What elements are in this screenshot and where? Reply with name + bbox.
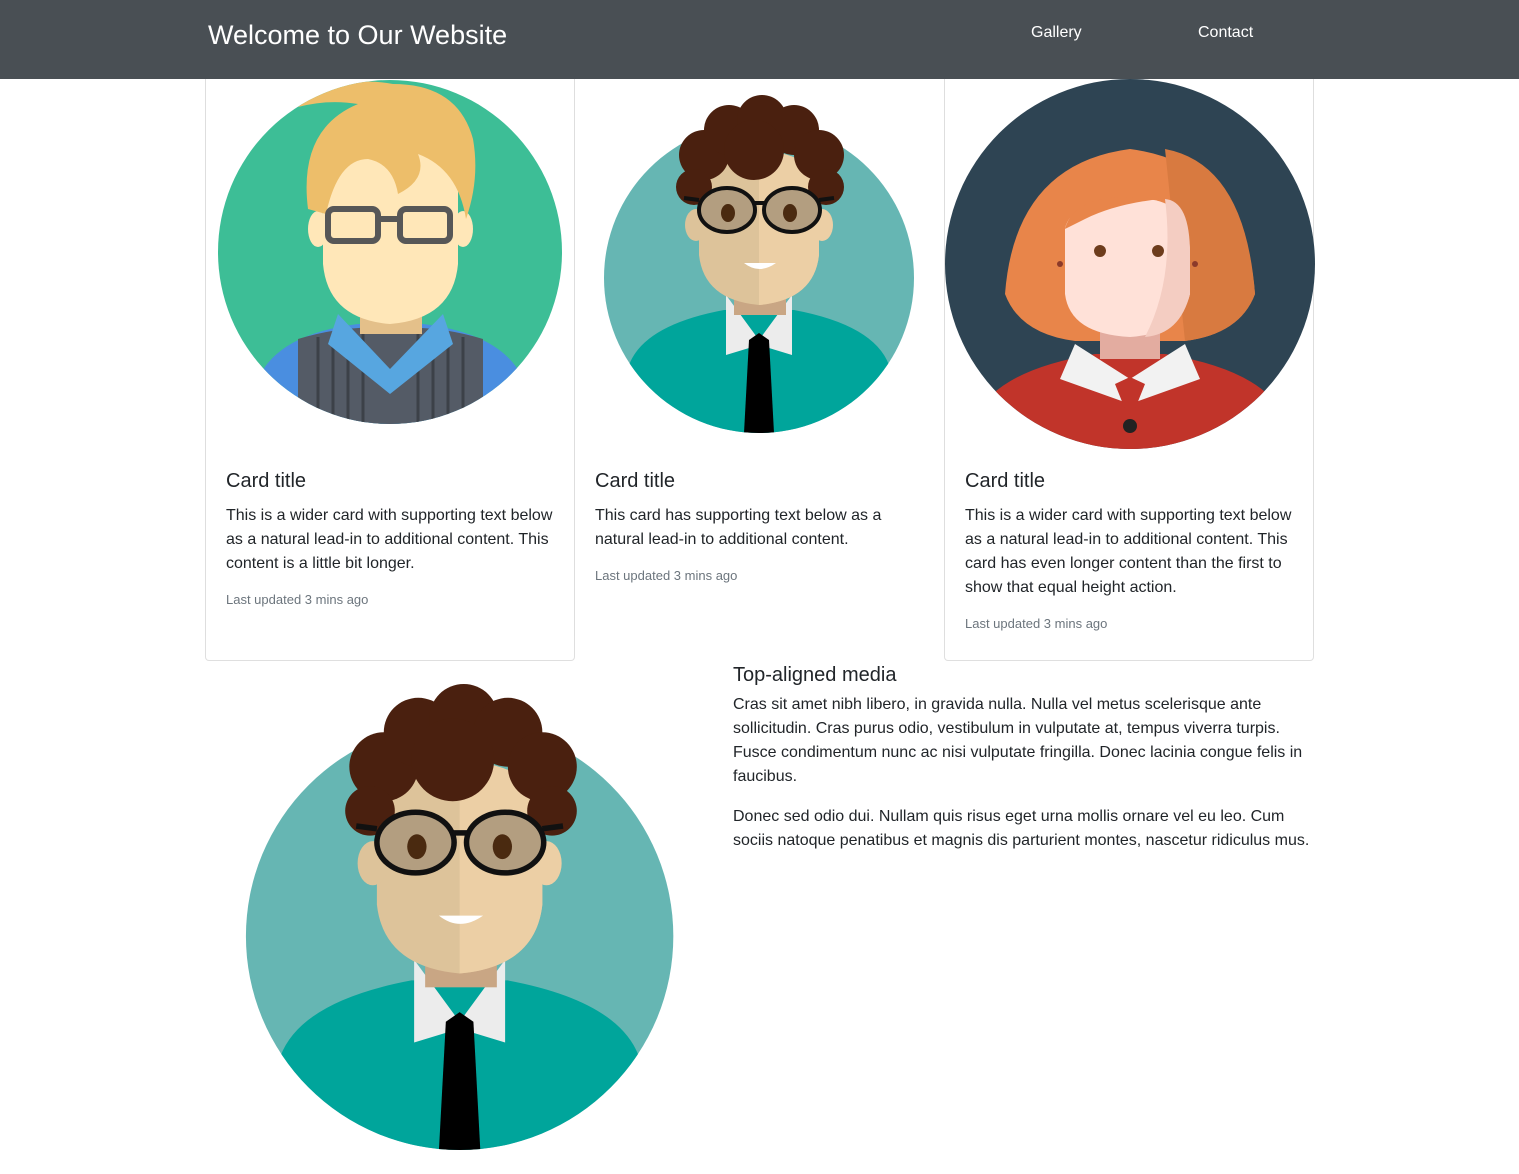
card-2: Card title This card has supporting text… <box>575 79 945 661</box>
card-3-body: Card title This is a wider card with sup… <box>965 468 1300 632</box>
media-body: Top-aligned media Cras sit amet nibh lib… <box>733 662 1318 869</box>
card-updated-text: Last updated 3 mins ago <box>965 616 1108 631</box>
card-text: This card has supporting text below as a… <box>595 507 882 548</box>
navbar-brand[interactable]: Welcome to Our Website <box>208 20 507 51</box>
card-1-body: Card title This is a wider card with sup… <box>226 468 561 608</box>
media-heading: Top-aligned media <box>733 664 897 686</box>
nav-link-gallery[interactable]: Gallery <box>1031 24 1082 42</box>
media-avatar-curly-hair-man-image <box>245 684 674 1150</box>
card-3: Card title This is a wider card with sup… <box>944 79 1315 661</box>
card-title: Card title <box>226 470 307 492</box>
avatar-curly-hair-man-image <box>604 95 914 433</box>
card-updated-text: Last updated 3 mins ago <box>595 568 738 583</box>
card-title: Card title <box>965 470 1046 492</box>
card-1: Card title This is a wider card with sup… <box>205 79 575 661</box>
card-text: This is a wider card with supporting tex… <box>226 507 553 572</box>
navbar: Welcome to Our Website Gallery Contact <box>0 0 1519 79</box>
avatar-red-hair-woman-image <box>945 79 1315 449</box>
card-title: Card title <box>595 470 676 492</box>
media-paragraph-1: Cras sit amet nibh libero, in gravida nu… <box>733 696 1303 785</box>
card-2-body: Card title This card has supporting text… <box>595 468 930 584</box>
card-updated-text: Last updated 3 mins ago <box>226 592 369 607</box>
nav-link-contact[interactable]: Contact <box>1198 24 1253 42</box>
media-paragraph-2: Donec sed odio dui. Nullam quis risus eg… <box>733 808 1310 849</box>
avatar-blond-man-image <box>218 80 562 424</box>
card-text: This is a wider card with supporting tex… <box>965 507 1292 596</box>
